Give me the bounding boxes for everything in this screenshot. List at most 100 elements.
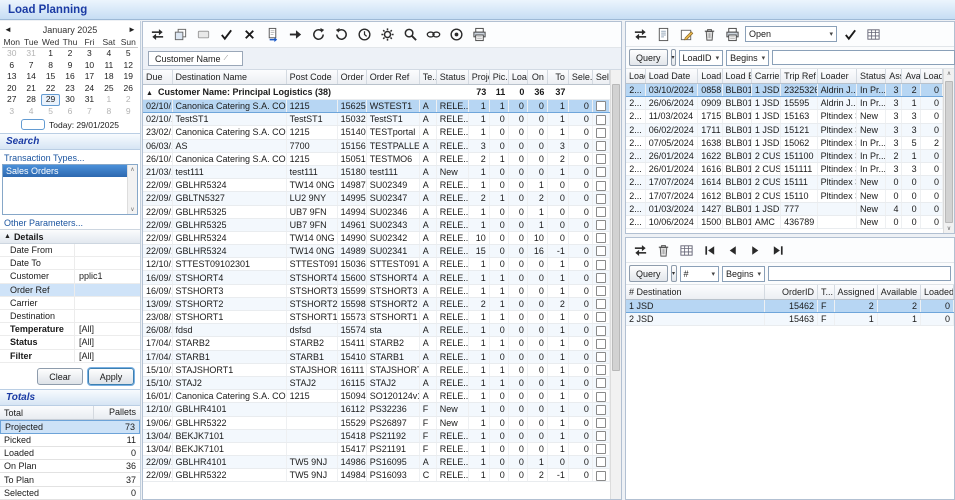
arrow-right-button[interactable] xyxy=(285,25,305,45)
table-row[interactable]: 15/10/...STAJSHORT1STAJSHORT116111STAJSH… xyxy=(143,363,610,376)
column-header[interactable]: Status xyxy=(856,69,885,84)
scrollbar-thumb[interactable] xyxy=(612,84,620,371)
table-row[interactable]: 22/09/...GBLHR5325UB7 9FN14961SU02343ARE… xyxy=(143,218,610,231)
row-checkbox[interactable] xyxy=(596,101,606,111)
table-row[interactable]: 22/09/...GBLHR5324TW14 0NG14989SU02341AR… xyxy=(143,245,610,258)
column-header[interactable]: Order Ref xyxy=(366,70,419,85)
table-row[interactable]: 1 JSD15462F220 xyxy=(626,300,954,313)
row-checkbox[interactable] xyxy=(596,181,606,191)
detail-field-filter[interactable]: Filter[All] xyxy=(0,350,140,363)
totals-row-selected[interactable]: Selected0 xyxy=(0,487,140,500)
calendar-day[interactable]: 25 xyxy=(99,83,118,95)
column-header[interactable]: Loaded xyxy=(920,69,942,84)
column-header[interactable]: Ass... xyxy=(886,69,902,84)
table-row[interactable]: 2...17/07/20241614BLB012 CUS15111Pltinde… xyxy=(626,176,943,189)
row-checkbox[interactable] xyxy=(596,141,606,151)
table-row[interactable]: 22/09/...GBLTN5327LU2 9NY14995SU02347ARE… xyxy=(143,192,610,205)
column-header[interactable]: Loader xyxy=(817,69,856,84)
row-checkbox[interactable] xyxy=(596,352,606,362)
query-field-dropdown[interactable]: LoadID▾ xyxy=(679,50,724,66)
row-checkbox[interactable] xyxy=(596,167,606,177)
calendar-day[interactable]: 9 xyxy=(60,60,79,72)
calendar-day[interactable]: 1 xyxy=(41,48,60,60)
calendar-day[interactable]: 6 xyxy=(60,106,79,118)
table-row[interactable]: 12/10/...STTEST09102301STTEST09102301150… xyxy=(143,258,610,271)
transaction-types-listbox[interactable]: Sales Orders ∧∨ xyxy=(2,164,138,215)
listbox-scrollbar[interactable]: ∧∨ xyxy=(127,165,137,214)
search-button[interactable] xyxy=(400,25,420,45)
row-checkbox[interactable] xyxy=(596,299,606,309)
column-header[interactable]: Due xyxy=(143,70,172,85)
calendar-day[interactable]: 30 xyxy=(60,94,79,106)
calendar-day[interactable]: 3 xyxy=(2,106,21,118)
row-checkbox[interactable] xyxy=(596,128,606,138)
column-header[interactable]: Loa... xyxy=(508,70,527,85)
calendar-day[interactable]: 13 xyxy=(2,71,21,83)
calendar-day[interactable]: 8 xyxy=(41,60,60,72)
nav-last-button[interactable] xyxy=(768,240,788,260)
table-row[interactable]: 2...03/10/20240858BLB011 JSD2325326Aldri… xyxy=(626,84,943,97)
table-row[interactable]: 23/08/...STSHORT1STSHORT115573STSHORT1AR… xyxy=(143,311,610,324)
totals-row-to-plan[interactable]: To Plan37 xyxy=(0,473,140,486)
column-header[interactable]: Status xyxy=(436,70,468,85)
field-value[interactable]: [All] xyxy=(74,350,140,362)
column-header[interactable]: Pic... xyxy=(489,70,508,85)
row-checkbox[interactable] xyxy=(596,233,606,243)
row-checkbox[interactable] xyxy=(596,431,606,441)
query-dropdown-icon[interactable]: ▾ xyxy=(671,49,676,66)
table-row[interactable]: 2...10/06/20241500BLB01AMC436789New000 xyxy=(626,215,943,228)
clear-button[interactable]: Clear xyxy=(37,368,83,385)
loads-vertical-scrollbar[interactable]: ∧ ∨ xyxy=(943,69,954,233)
column-header[interactable]: OrderID xyxy=(764,285,818,300)
field-value[interactable]: [All] xyxy=(74,323,140,335)
target-button[interactable] xyxy=(446,25,466,45)
printer-button[interactable] xyxy=(722,24,742,44)
doc-button[interactable] xyxy=(653,24,673,44)
field-value[interactable]: [All] xyxy=(74,336,140,348)
group-by-customer-name[interactable]: Customer Name ⁄ xyxy=(148,51,243,66)
table-row[interactable]: 22/09/...GBLHR4101TW5 9NJ14986PS16095ARE… xyxy=(143,456,610,469)
table-row[interactable]: 26/08/...fdsddsfsd15574staARELE...100010 xyxy=(143,324,610,337)
trash-button[interactable] xyxy=(699,24,719,44)
row-checkbox[interactable] xyxy=(596,220,606,230)
column-header[interactable]: Assigned xyxy=(834,285,877,300)
row-checkbox[interactable] xyxy=(596,273,606,283)
calendar-day[interactable]: 14 xyxy=(21,71,40,83)
column-header[interactable]: Sel... xyxy=(592,70,609,85)
table-row[interactable]: 06/03/...AS770015156TESTPALLETC...ARELE.… xyxy=(143,139,610,152)
field-value[interactable] xyxy=(74,244,140,256)
column-header[interactable]: LoadID xyxy=(626,69,645,84)
calendar-day[interactable]: 26 xyxy=(119,83,138,95)
column-header[interactable]: Loaded xyxy=(921,285,954,300)
table-row[interactable]: 2...06/02/20241711BLB011 JSD15121Pltinde… xyxy=(626,123,943,136)
calendar-next-icon[interactable]: ► xyxy=(126,25,138,34)
calendar-day[interactable]: 10 xyxy=(80,60,99,72)
totals-row-picked[interactable]: Picked11 xyxy=(0,434,140,447)
detail-field-order-ref[interactable]: Order Ref xyxy=(0,284,140,297)
detail-field-carrier[interactable]: Carrier xyxy=(0,297,140,310)
calendar-day[interactable]: 4 xyxy=(99,48,118,60)
link-button[interactable] xyxy=(423,25,443,45)
calendar-day[interactable]: 2 xyxy=(119,94,138,106)
table-row[interactable]: 21/03/...test111test11115180test111ANew1… xyxy=(143,165,610,178)
details-group-header[interactable]: ▲ Details xyxy=(0,229,140,244)
calendar-day[interactable]: 27 xyxy=(2,94,21,106)
row-checkbox[interactable] xyxy=(596,194,606,204)
calendar-day[interactable]: 31 xyxy=(80,94,99,106)
query-button[interactable]: Query xyxy=(629,49,668,66)
column-header[interactable]: Post Code xyxy=(286,70,337,85)
table-row[interactable]: 2 JSD15463F110 xyxy=(626,313,954,326)
cross-button[interactable] xyxy=(239,25,259,45)
nav-first-button[interactable] xyxy=(699,240,719,260)
table-row[interactable]: 16/01/...Canonica Catering S.A. CO121515… xyxy=(143,390,610,403)
calendar-day[interactable]: 19 xyxy=(119,71,138,83)
row-checkbox[interactable] xyxy=(596,457,606,467)
open-dropdown[interactable]: Open ▾ xyxy=(745,26,837,42)
row-checkbox[interactable] xyxy=(596,365,606,375)
field-value[interactable] xyxy=(74,310,140,322)
calendar-day[interactable]: 7 xyxy=(21,60,40,72)
today-label[interactable]: Today: 29/01/2025 xyxy=(49,120,119,130)
row-checkbox[interactable] xyxy=(596,154,606,164)
calendar-day[interactable]: 1 xyxy=(99,94,118,106)
scroll-up-icon[interactable]: ∧ xyxy=(947,70,951,77)
